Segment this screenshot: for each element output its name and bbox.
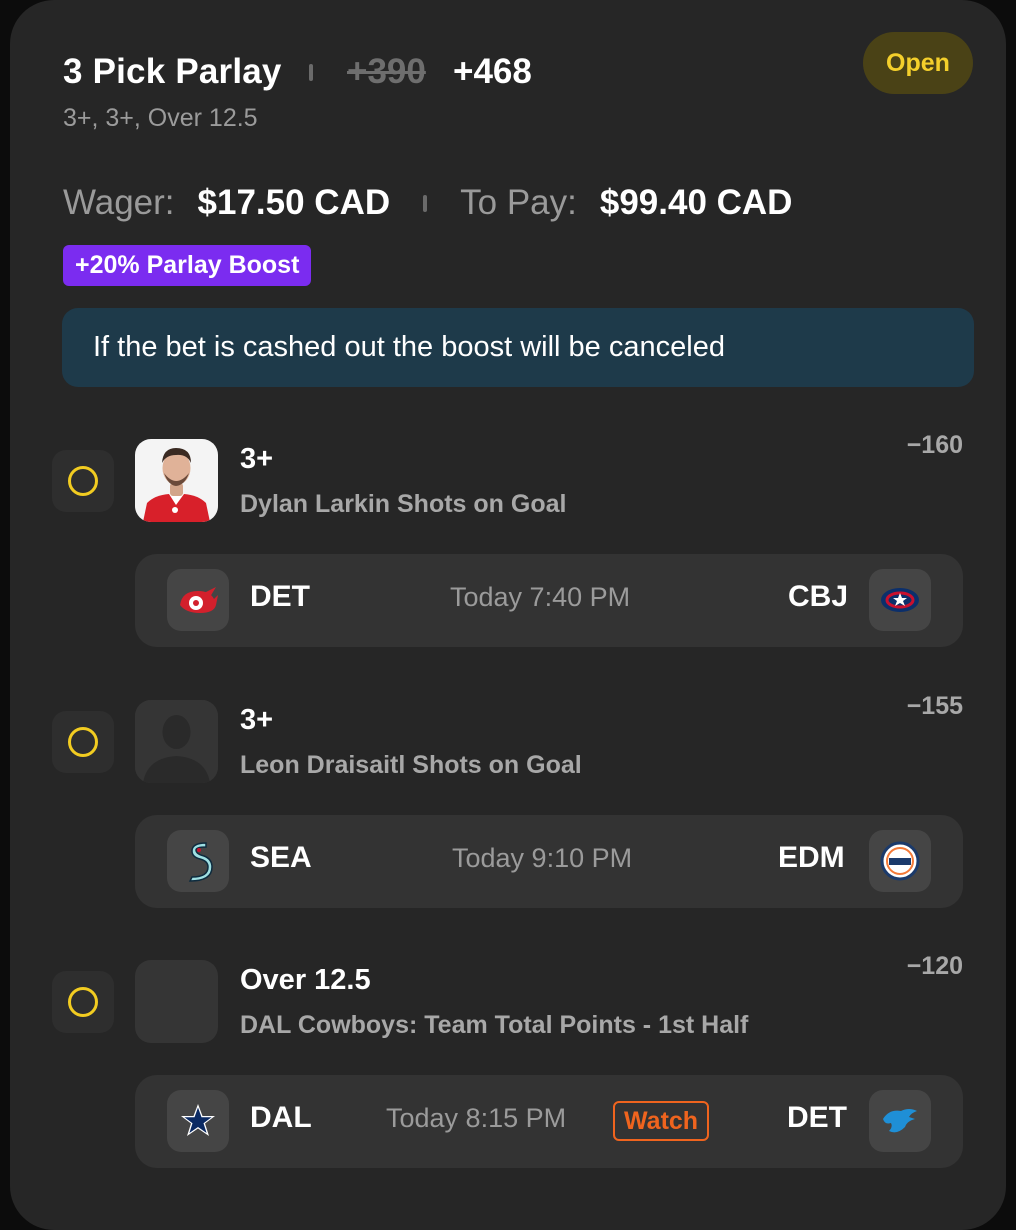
parlay-boost-badge: +20% Parlay Boost [63,245,312,286]
pick-1-status-radio[interactable] [52,450,114,512]
pick-3-away-team: DAL [250,1101,312,1134]
pick-2-line: 3+ [240,704,274,736]
cashout-notice-text: If the bet is cashed out the boost will … [93,331,725,363]
pick-2-odds: −155 [906,692,963,720]
watch-button[interactable]: Watch [613,1101,710,1141]
pick-3-game-time: Today 8:15 PM [386,1103,567,1133]
player-headshot-icon [135,439,218,522]
pick-2-home-team: EDM [778,841,845,874]
player-headshot-placeholder [135,700,218,783]
wager-separator [423,194,428,212]
pending-ring-icon [68,727,98,757]
bet-title: 3 Pick Parlay [63,52,282,91]
pick-1-line: 3+ [240,443,274,475]
pick-1-game-row[interactable]: DET Today 7:40 PM CBJ [135,554,963,647]
payout-value: $99.40 CAD [599,183,793,222]
person-silhouette-icon [135,700,218,783]
pick-2-game-row[interactable]: SEA Today 9:10 PM EDM [135,815,963,908]
pick-3-status-radio[interactable] [52,971,114,1033]
pick-2-status-radio[interactable] [52,711,114,773]
pick-2-market: Leon Draisaitl Shots on Goal [240,751,582,779]
wager-value: $17.50 CAD [197,183,391,222]
pick-3-market: DAL Cowboys: Team Total Points - 1st Hal… [240,1011,749,1039]
blue-jackets-logo-icon [869,569,931,631]
pick-1-market: Dylan Larkin Shots on Goal [240,490,567,518]
pick-3-home-team: DET [787,1101,847,1134]
status-badge: Open [863,32,973,94]
kraken-logo-icon [167,830,229,892]
bet-subtitle: 3+, 3+, Over 12.5 [63,104,258,132]
parlay-card: 3 Pick Parlay +390 +468 3+, 3+, Over 12.… [10,0,1006,1230]
wager-row: Wager: $17.50 CAD To Pay: $99.40 CAD [63,180,792,226]
player-headshot-larkin [135,439,218,522]
wager-label: Wager: [63,183,175,222]
pick-1-home-team: CBJ [788,580,849,613]
team-image-placeholder [135,960,218,1043]
pending-ring-icon [68,987,98,1017]
boosted-odds: +468 [453,52,532,91]
title-separator [309,64,313,81]
original-odds: +390 [347,52,426,91]
oilers-logo-icon [869,830,931,892]
pick-3-game-row[interactable]: DAL Today 8:15 PM Watch DET [135,1075,963,1168]
lions-logo-icon [869,1090,931,1152]
payout-label: To Pay: [460,183,577,222]
cashout-notice: If the bet is cashed out the boost will … [62,308,974,387]
pick-1-game-time: Today 7:40 PM [450,582,631,612]
pending-ring-icon [68,466,98,496]
pick-3-odds: −120 [906,952,963,980]
pick-2-away-team: SEA [250,841,312,874]
cowboys-star-logo-icon [167,1090,229,1152]
pick-1-away-team: DET [250,580,310,613]
pick-2-game-time: Today 9:10 PM [452,843,633,873]
pick-1-odds: −160 [906,431,963,459]
red-wings-logo-icon [167,569,229,631]
pick-3-line: Over 12.5 [240,964,371,996]
